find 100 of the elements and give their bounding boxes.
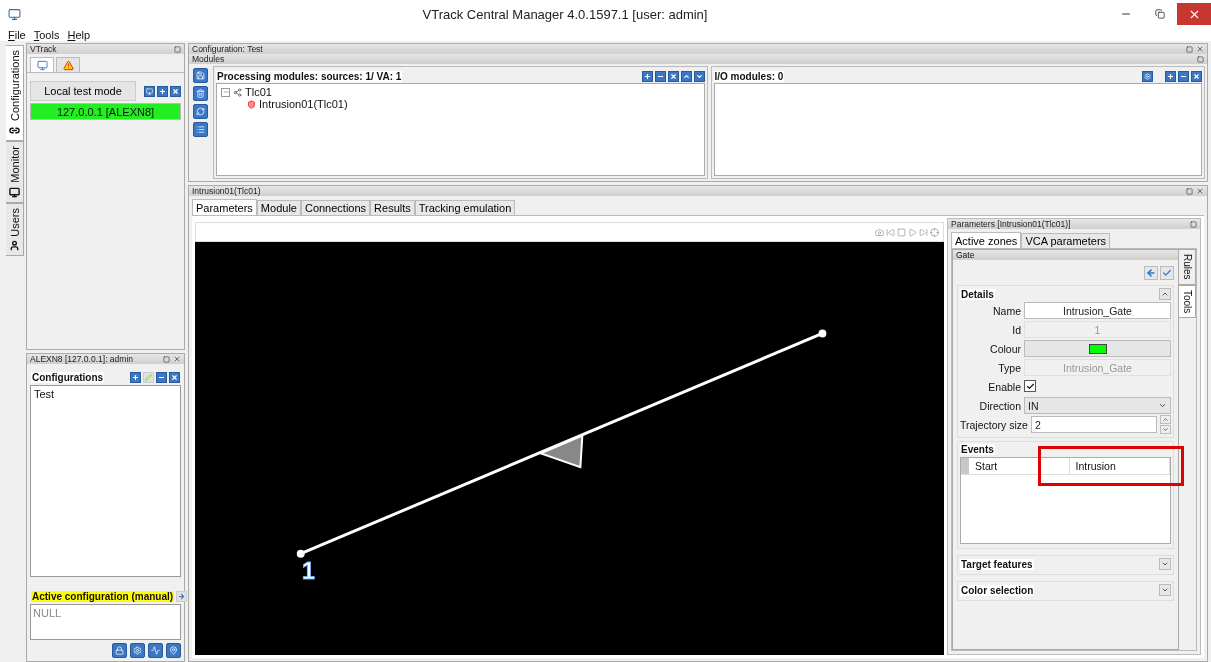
gate-line[interactable] — [296, 329, 827, 558]
plus-icon[interactable] — [641, 70, 653, 82]
settings-icon[interactable] — [130, 643, 145, 658]
pin-icon[interactable] — [166, 643, 181, 658]
expand-button[interactable] — [1159, 584, 1171, 596]
zone-number: 1 — [301, 558, 315, 585]
server-entry[interactable]: 127.0.0.1 [ALEXN8] — [30, 103, 181, 120]
side-tab[interactable]: Rules — [1179, 249, 1196, 285]
expand-button[interactable] — [1159, 558, 1171, 570]
chevron-up-icon — [1161, 290, 1169, 298]
window-title: VTrack Central Manager 4.0.1597.1 [user: admin] — [421, 6, 709, 22]
enable-checkbox[interactable] — [1024, 380, 1036, 393]
direction-arrow[interactable] — [538, 434, 584, 469]
tab[interactable]: Active zones — [951, 232, 1022, 248]
check-icon[interactable] — [1160, 266, 1174, 280]
monitor-icon — [146, 87, 153, 95]
tab[interactable]: Results — [370, 200, 415, 215]
minus-icon[interactable] — [1178, 70, 1189, 82]
app-icon — [8, 7, 21, 21]
close-icon — [669, 72, 677, 80]
plus-icon[interactable] — [1165, 70, 1176, 82]
delete-icon[interactable] — [170, 85, 181, 97]
down-icon[interactable] — [693, 70, 705, 82]
minus-icon[interactable] — [156, 372, 167, 383]
readonly-field: 1 — [1024, 321, 1171, 338]
connect-icon[interactable] — [144, 85, 155, 97]
lock-icon[interactable] — [112, 643, 127, 658]
group-title: Active configuration (manual) — [31, 591, 175, 602]
tab[interactable]: Parameters — [192, 199, 257, 215]
arrow-right-icon[interactable] — [176, 591, 188, 602]
chevron-down-icon — [1162, 426, 1169, 433]
restore-icon[interactable] — [162, 355, 170, 363]
icon-tab[interactable] — [30, 57, 54, 72]
tab[interactable]: Module — [256, 200, 301, 215]
group-title: Configurations — [31, 372, 105, 383]
row-header — [961, 458, 969, 474]
minus-icon — [222, 89, 229, 95]
field-label: Colour — [989, 342, 1021, 355]
delete-icon[interactable] — [667, 70, 679, 82]
local-test-mode-button[interactable]: Local test mode — [30, 81, 136, 101]
restore-icon[interactable] — [1189, 220, 1197, 228]
refresh-icon[interactable] — [193, 104, 208, 119]
warning-icon — [62, 59, 74, 71]
tab[interactable]: VCA parameters — [1021, 233, 1111, 248]
colour-button[interactable] — [1024, 340, 1171, 357]
panel-title: Parameters [Intrusion01(Tlc01)] — [951, 219, 1072, 229]
minus-icon[interactable] — [654, 70, 666, 82]
side-tab[interactable]: Users — [6, 202, 24, 257]
plus-icon[interactable] — [130, 372, 141, 383]
side-tab[interactable]: Monitor — [6, 140, 24, 203]
field-label: Trajectory size — [960, 418, 1028, 431]
chevron-down-icon — [1161, 560, 1169, 568]
delete-icon[interactable] — [169, 372, 180, 383]
check-icon — [1162, 268, 1172, 278]
menu-item[interactable]: Tools — [33, 28, 60, 41]
menu-item[interactable]: Help — [67, 28, 91, 41]
collapse-button[interactable] — [1159, 288, 1171, 300]
up-icon[interactable] — [680, 70, 692, 82]
chevron-down-icon — [695, 72, 703, 80]
spin-up-button[interactable] — [1160, 415, 1171, 424]
restore-icon[interactable] — [1185, 187, 1193, 195]
tab[interactable]: Tracking emulation — [414, 200, 516, 215]
list-item[interactable]: Test — [33, 388, 178, 400]
side-tab[interactable]: Configurations — [6, 45, 24, 141]
restore-icon[interactable] — [173, 45, 181, 53]
field-label: Direction — [978, 399, 1021, 412]
tab[interactable]: Connections — [300, 200, 371, 215]
chevron-down-icon — [1158, 401, 1167, 410]
field-label: Name — [992, 304, 1021, 317]
settings-icon[interactable] — [1142, 70, 1153, 82]
section-title: Events — [960, 444, 995, 455]
name-field[interactable]: Intrusion_Gate — [1024, 302, 1171, 319]
list-icon[interactable] — [193, 122, 208, 137]
close-icon — [1193, 72, 1200, 80]
trajectory-size-field[interactable]: 2 — [1030, 416, 1157, 433]
close-icon — [171, 374, 178, 381]
menu-item[interactable]: File — [8, 28, 26, 41]
chevron-up-icon — [682, 72, 690, 80]
save-icon[interactable] — [193, 68, 208, 83]
activity-icon[interactable] — [148, 643, 163, 658]
tree-item[interactable]: Tlc01 — [221, 86, 700, 98]
expander-icon[interactable] — [221, 87, 230, 97]
plus-icon[interactable] — [157, 85, 168, 97]
close-button[interactable] — [1177, 3, 1211, 25]
group-title: I/O modules: 0 — [713, 70, 785, 82]
side-tab[interactable]: Tools — [1179, 284, 1196, 318]
direction-select[interactable]: IN — [1024, 397, 1171, 414]
square-icon — [897, 227, 906, 237]
chevron-down-icon — [1161, 586, 1169, 594]
tree-item[interactable]: Intrusion01(Tlc01) — [221, 98, 700, 110]
section-title: Color selection — [960, 584, 1035, 596]
delete-icon[interactable] — [1191, 70, 1202, 82]
icon-tab[interactable] — [56, 57, 80, 72]
panel-title: ALEXN8 [127.0.0.1]: admin — [30, 354, 134, 364]
back-icon[interactable] — [1144, 266, 1158, 280]
trash-icon[interactable] — [193, 86, 208, 101]
section-title: Details — [960, 288, 995, 300]
monitor-icon — [9, 186, 20, 198]
field-label: Enable — [987, 380, 1021, 393]
restore-icon — [1155, 9, 1165, 19]
